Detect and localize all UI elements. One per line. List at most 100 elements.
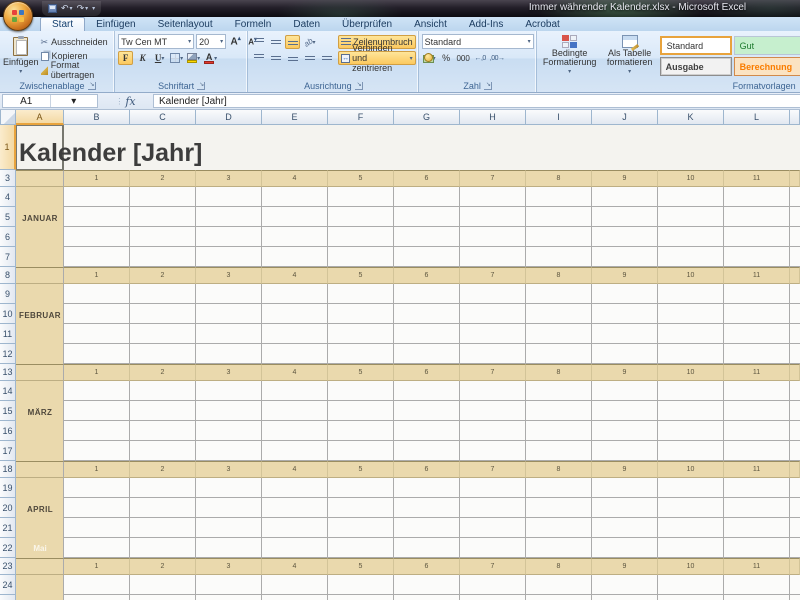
column-header-e[interactable]: E	[262, 110, 328, 125]
calendar-cell[interactable]	[592, 538, 658, 558]
accounting-format-button[interactable]: ▾	[422, 51, 437, 65]
calendar-cell[interactable]	[394, 441, 460, 461]
calendar-cell[interactable]	[262, 538, 328, 558]
partial-cell[interactable]	[790, 170, 800, 187]
column-header-f[interactable]: F	[328, 110, 394, 125]
day-number-cell[interactable]: 8	[526, 170, 592, 187]
partial-cell[interactable]	[790, 595, 800, 600]
calendar-cell[interactable]	[592, 207, 658, 227]
cell-style-gut[interactable]: Gut	[734, 36, 800, 55]
calendar-cell[interactable]	[460, 595, 526, 600]
day-number-cell[interactable]: 8	[526, 461, 592, 478]
row-header[interactable]: 11	[0, 324, 16, 344]
calendar-cell[interactable]	[724, 207, 790, 227]
calendar-cell[interactable]	[658, 518, 724, 538]
italic-button[interactable]: K	[135, 51, 150, 65]
row-header[interactable]: 1	[0, 125, 16, 170]
partial-cell[interactable]	[790, 461, 800, 478]
calendar-cell[interactable]	[460, 421, 526, 441]
font-color-button[interactable]: A▾	[203, 51, 218, 65]
day-number-cell[interactable]: 2	[130, 558, 196, 575]
redo-button[interactable]: ↷▾	[77, 3, 89, 14]
calendar-cell[interactable]	[460, 401, 526, 421]
row-header[interactable]	[0, 595, 16, 600]
calendar-cell[interactable]	[592, 441, 658, 461]
calendar-cell[interactable]	[658, 538, 724, 558]
day-number-cell[interactable]: 10	[658, 364, 724, 381]
tab-einf-gen[interactable]: Einfügen	[85, 17, 146, 31]
calendar-cell[interactable]	[526, 207, 592, 227]
calendar-cell[interactable]	[328, 227, 394, 247]
day-number-cell[interactable]: 5	[328, 170, 394, 187]
title-row-cells[interactable]: Kalender [Jahr]	[16, 125, 800, 170]
calendar-cell[interactable]	[526, 344, 592, 364]
day-number-cell[interactable]: 11	[724, 267, 790, 284]
calendar-cell[interactable]	[592, 344, 658, 364]
day-number-cell[interactable]: 11	[724, 558, 790, 575]
calendar-cell[interactable]	[658, 247, 724, 267]
calendar-cell[interactable]	[196, 284, 262, 304]
increase-decimal-button[interactable]: ←,0	[473, 51, 488, 65]
calendar-cell[interactable]	[724, 381, 790, 401]
day-number-cell[interactable]: 7	[460, 558, 526, 575]
column-header-i[interactable]: I	[526, 110, 592, 125]
row-header[interactable]: 3	[0, 170, 16, 187]
calendar-cell[interactable]	[724, 441, 790, 461]
day-number-cell[interactable]: 10	[658, 558, 724, 575]
name-box-dropdown[interactable]: ▾	[50, 95, 98, 107]
calendar-cell[interactable]	[724, 595, 790, 600]
save-button[interactable]	[48, 4, 57, 13]
calendar-cell[interactable]	[196, 207, 262, 227]
calendar-cell[interactable]	[64, 381, 130, 401]
calendar-cell[interactable]	[262, 575, 328, 595]
column-header-k[interactable]: K	[658, 110, 724, 125]
calendar-cell[interactable]	[394, 575, 460, 595]
row-header[interactable]: 15	[0, 401, 16, 421]
day-number-cell[interactable]: 1	[64, 364, 130, 381]
calendar-cell[interactable]	[394, 498, 460, 518]
calendar-cell[interactable]	[262, 421, 328, 441]
calendar-cell[interactable]	[460, 304, 526, 324]
month-band-cell[interactable]	[16, 575, 64, 595]
calendar-cell[interactable]	[658, 401, 724, 421]
month-band-cell[interactable]	[16, 558, 64, 575]
calendar-cell[interactable]	[328, 518, 394, 538]
calendar-cell[interactable]	[328, 478, 394, 498]
day-number-cell[interactable]: 10	[658, 267, 724, 284]
day-number-cell[interactable]: 3	[196, 558, 262, 575]
calendar-cell[interactable]	[592, 518, 658, 538]
calendar-cell[interactable]	[64, 421, 130, 441]
partial-cell[interactable]	[790, 344, 800, 364]
day-number-cell[interactable]: 3	[196, 364, 262, 381]
partial-cell[interactable]	[790, 324, 800, 344]
calendar-cell[interactable]	[460, 324, 526, 344]
partial-cell[interactable]	[790, 207, 800, 227]
conditional-formatting-button[interactable]: Bedingte Formatierung▾	[540, 33, 600, 79]
tab-seitenlayout[interactable]: Seitenlayout	[147, 17, 224, 31]
calendar-cell[interactable]	[658, 304, 724, 324]
calendar-cell[interactable]	[262, 344, 328, 364]
calendar-cell[interactable]	[130, 344, 196, 364]
dialog-launcher-icon[interactable]: ↘	[88, 82, 96, 90]
calendar-cell[interactable]	[64, 518, 130, 538]
calendar-cell[interactable]	[196, 344, 262, 364]
row-header[interactable]: 12	[0, 344, 16, 364]
calendar-cell[interactable]	[592, 478, 658, 498]
calendar-cell[interactable]	[724, 518, 790, 538]
cell-style-berechnung[interactable]: Berechnung	[734, 57, 800, 76]
day-number-cell[interactable]: 7	[460, 267, 526, 284]
borders-button[interactable]: ▾	[169, 51, 184, 65]
calendar-cell[interactable]	[262, 381, 328, 401]
calendar-cell[interactable]	[724, 344, 790, 364]
calendar-cell[interactable]	[460, 441, 526, 461]
day-number-cell[interactable]: 4	[262, 364, 328, 381]
calendar-cell[interactable]	[658, 441, 724, 461]
calendar-cell[interactable]	[460, 284, 526, 304]
calendar-cell[interactable]	[196, 187, 262, 207]
column-header-c[interactable]: C	[130, 110, 196, 125]
tab-daten[interactable]: Daten	[282, 17, 331, 31]
calendar-cell[interactable]	[460, 538, 526, 558]
row-header[interactable]: 24	[0, 575, 16, 595]
day-number-cell[interactable]: 9	[592, 558, 658, 575]
day-number-cell[interactable]: 3	[196, 170, 262, 187]
